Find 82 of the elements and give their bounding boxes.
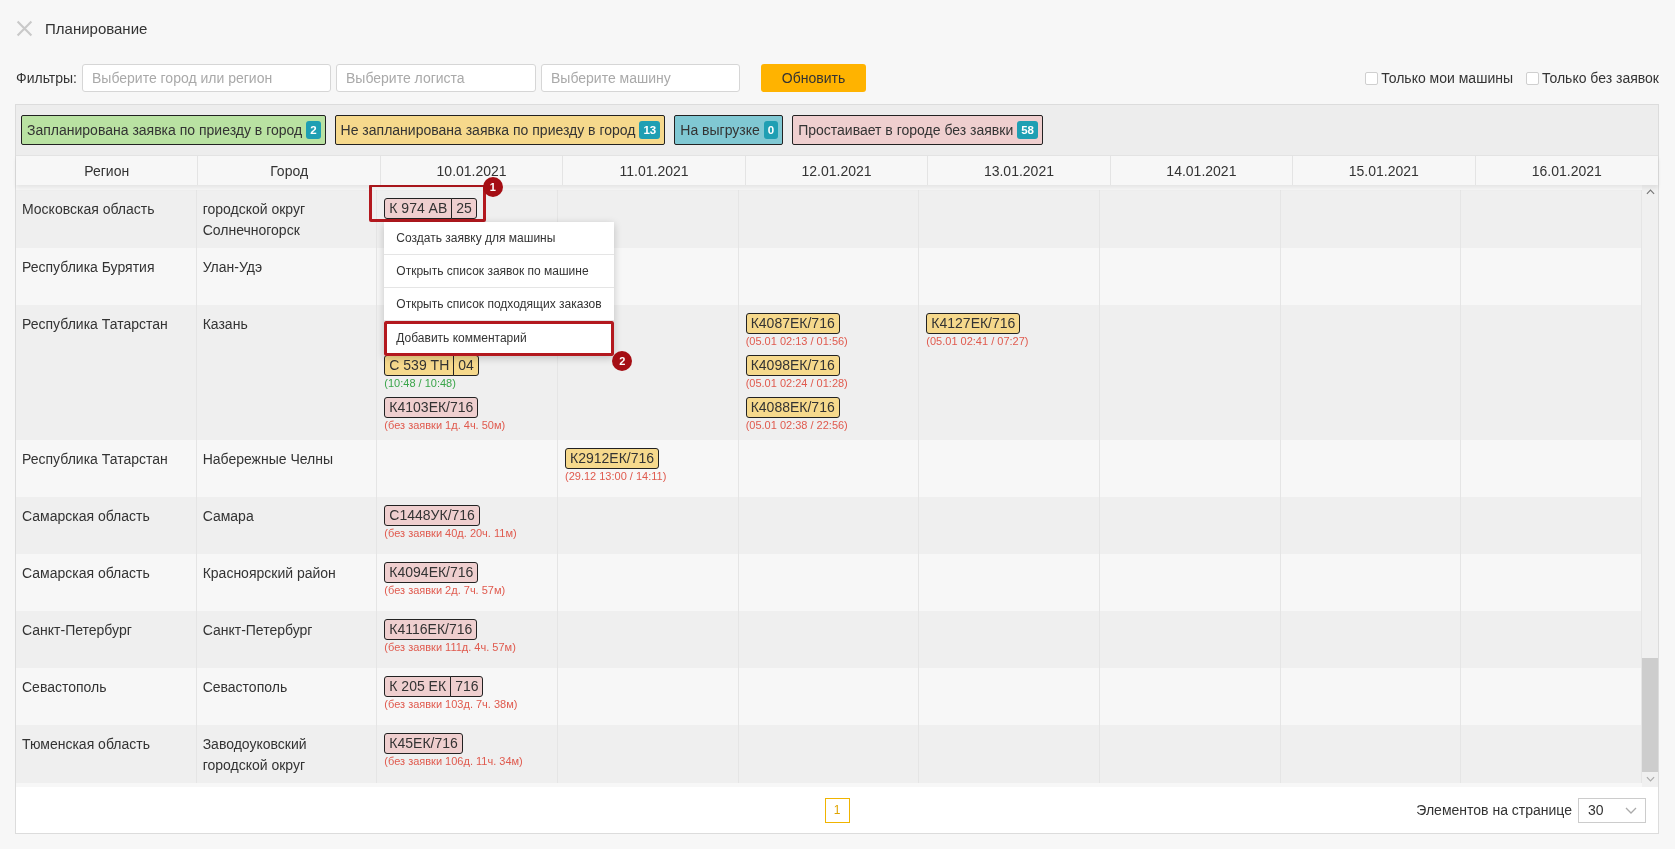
region-name: Самарская область [22,508,150,524]
region-name: Севастополь [22,679,107,695]
plate-tag[interactable]: К45ЕК/716 [384,733,463,754]
plate-tag[interactable]: К4103ЕК/716 [384,397,479,418]
region-name: Республика Бурятия [22,259,155,275]
page-size-select[interactable]: 30 [1578,797,1646,823]
region-name: Республика Татарстан [22,451,168,467]
plate-tag[interactable]: К2912ЕК/716 [565,448,660,469]
plate-tag[interactable]: К4094ЕК/716 [384,562,479,583]
city-name: Набережные Челны [202,451,334,467]
refresh-button[interactable]: Обновить [761,64,866,92]
page-title: Планирование [45,19,148,37]
page-size-label: Элементов на странице [1416,802,1572,818]
filter-input[interactable]: Выберите машину [541,64,740,92]
column-header: 14.01.2021 [1166,162,1237,179]
status-note: (05.01 02:13 / 01:56) [745,334,849,349]
status-note: (без заявки 40д. 20ч. 11м) [384,526,518,541]
plate-tag[interactable]: 716 [450,676,484,697]
city-name: Красноярский район [202,565,336,581]
column-header: 13.01.2021 [983,162,1054,179]
region-name: Тюменская область [22,736,150,752]
legend-label: На выгрузке [680,122,760,138]
column-header: 11.01.2021 [619,162,689,179]
checkbox[interactable] [1526,71,1539,85]
status-note: (05.01 02:38 / 22:56) [745,418,849,433]
status-note: (05.01 02:41 / 07:27) [926,334,1030,349]
status-note: (без заявки 1д. 4ч. 50м) [384,418,507,433]
filter-input[interactable]: Выберите логиста [336,64,536,92]
plate-tag[interactable]: К 974 АВ [384,198,453,219]
legend-label: Простаивает в городе без заявки [798,122,1014,138]
menu-item[interactable]: Создать заявку для машины [384,222,615,255]
checkbox-label[interactable]: Только без заявок [1542,70,1659,86]
legend-label: Запланирована заявка по приезду в город [27,122,303,138]
column-header: 12.01.2021 [801,162,872,179]
scroll-thumb[interactable] [1642,658,1658,772]
status-note: (10:48 / 10:48) [384,376,457,391]
plate-tag[interactable]: К4088ЕК/716 [745,397,840,418]
count-badge: 13 [639,121,661,139]
city-name: Казань [202,316,248,332]
status-note: (без заявки 111д. 4ч. 57м) [384,640,517,655]
status-note: (без заявки 106д. 11ч. 34м) [384,754,524,769]
plate-tag[interactable]: К 205 ЕК [384,676,452,697]
city-name: Самара [202,508,254,524]
plate-tag[interactable]: К4127ЕК/716 [926,313,1021,334]
filter-label: Фильтры: [16,70,77,86]
close-icon[interactable] [16,19,33,37]
legend-label: Не запланирована заявка по приезду в город [340,122,636,138]
column-header: Город [270,162,309,179]
count-badge: 0 [763,121,779,139]
column-header: Регион [84,162,130,179]
chevron-down-icon [1625,806,1637,814]
region-name: Самарская область [22,565,150,581]
plate-tag[interactable]: К4116ЕК/716 [384,619,478,640]
city-name: городской округ Солнечногорск [202,201,306,238]
city-name: Севастополь [202,679,288,695]
scroll-up-icon[interactable] [1645,189,1655,195]
status-note: (без заявки 103д. 7ч. 38м) [384,697,519,712]
checkbox[interactable] [1365,71,1379,85]
region-name: Московская область [22,201,155,217]
plate-tag[interactable]: 25 [451,198,477,219]
plate-tag[interactable]: К4087ЕК/716 [745,313,840,334]
region-name: Республика Татарстан [22,316,168,332]
region-name: Санкт-Петербург [22,622,132,638]
plate-tag[interactable]: 04 [453,355,479,376]
plate-tag[interactable]: К4098ЕК/716 [745,355,840,376]
column-header: 10.01.2021 [436,162,507,179]
count-badge: 58 [1017,121,1038,139]
city-name: Санкт-Петербург [202,622,313,638]
checkbox-label[interactable]: Только мои машины [1381,70,1513,86]
city-name: Заводоуковский городской округ [202,736,307,773]
menu-item[interactable]: Добавить комментарий [387,324,612,353]
status-note: (без заявки 2д. 7ч. 57м) [384,583,507,598]
scroll-down-icon[interactable] [1645,776,1655,782]
plate-tag[interactable]: С 539 ТН [384,355,455,376]
column-header: 16.01.2021 [1531,162,1602,179]
count-badge: 2 [306,121,321,139]
plate-tag[interactable]: С1448УК/716 [384,505,480,526]
city-name: Улан-Удэ [202,259,263,275]
column-header: 15.01.2021 [1348,162,1419,179]
filter-input[interactable]: Выберите город или регион [82,64,331,92]
status-note: (29.12 13:00 / 14:11) [565,469,668,484]
status-note: (05.01 02:24 / 01:28) [745,376,849,391]
